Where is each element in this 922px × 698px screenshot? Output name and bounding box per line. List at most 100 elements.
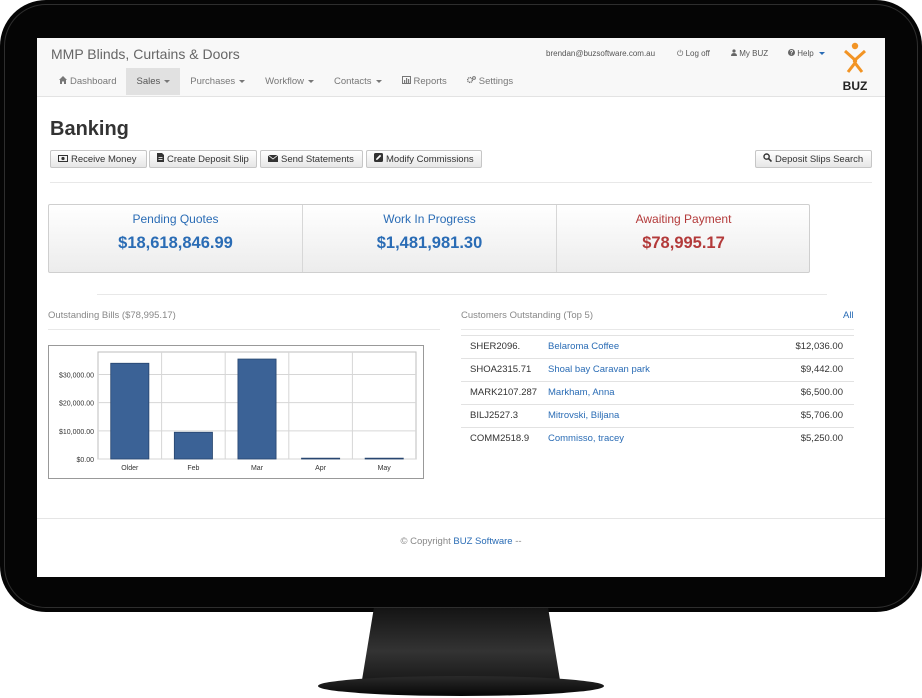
help-dropdown[interactable]: ? Help [788,49,825,58]
stat-label: Work In Progress [383,212,476,226]
mybuz-label: My BUZ [739,49,769,58]
customer-name-link[interactable]: Mitrovski, Biljana [548,410,619,421]
x-tick-label: Feb [187,465,199,472]
mybuz-link[interactable]: My BUZ [731,49,768,58]
nav-settings[interactable]: Settings [457,68,523,95]
outstanding-bills-chart: $0.00 $10,000.00 $20,000.00 $30,000.00 Older… [48,345,424,479]
copyright-text: © Copyright BUZ Software -- [37,536,885,547]
power-icon: ⏻ [677,49,684,58]
logoff-link[interactable]: ⏻ Log off [677,49,710,59]
buz-software-link[interactable]: BUZ Software [453,536,512,547]
customer-name-link[interactable]: Markham, Anna [548,387,615,398]
user-icon [731,49,739,58]
file-icon [157,151,164,169]
modify-commissions-button[interactable]: Modify Commissions [366,150,482,168]
nav-reports[interactable]: Reports [392,68,457,95]
customer-code: SHER2096. [470,341,521,352]
envelope-icon [267,151,279,169]
edit-icon [374,151,383,169]
x-tick-label: Older [121,465,139,472]
customer-code: COMM2518.9 [470,433,530,444]
chevron-down-icon [239,79,246,83]
send-statements-button[interactable]: Send Statements [260,150,363,168]
receive-money-label: Receive Money [71,154,137,165]
x-tick-label: Apr [315,465,327,472]
nav-label: Settings [478,76,514,87]
top-navbar: MMP Blinds, Curtains & Doors brendan@buz… [37,38,885,97]
summary-stats-panel: Pending Quotes $18,618,846.99 Work In Pr… [48,204,810,273]
y-tick-label: $30,000.00 [59,373,94,380]
table-row: BILJ2527.3 Mitrovski, Biljana $5,706.00 [461,404,854,427]
question-icon: ? [788,49,797,58]
nav-contacts[interactable]: Contacts [324,68,392,95]
nav-label: Sales [136,76,161,87]
stat-value: $78,995.17 [642,234,725,252]
x-tick-label: Mar [251,465,264,472]
deposit-slips-search-label: Deposit Slips Search [775,154,864,165]
customer-code: MARK2107.287 [470,387,538,398]
nav-label: Contacts [334,76,372,87]
bar [110,362,150,460]
bar [301,457,341,460]
nav-dashboard[interactable]: Dashboard [49,68,126,95]
user-email-link[interactable]: brendan@buzsoftware.com.au [546,49,655,58]
stat-pending-quotes[interactable]: Pending Quotes $18,618,846.99 [49,205,302,272]
receive-money-button[interactable]: Receive Money [50,150,147,168]
buz-logo-icon: BUZ [843,42,867,93]
monitor-stand-base [318,676,604,696]
bar-chart-icon [401,76,411,87]
deposit-slips-search-button[interactable]: Deposit Slips Search [755,150,872,168]
create-deposit-slip-button[interactable]: Create Deposit Slip [149,150,257,168]
stat-label: Pending Quotes [132,212,219,226]
chevron-down-icon [308,79,315,83]
stat-work-in-progress[interactable]: Work In Progress $1,481,981.30 [303,205,556,272]
table-row: COMM2518.9 Commisso, tracey $5,250.00 [461,427,854,450]
stat-value: $18,618,846.99 [118,234,233,252]
divider [461,329,854,330]
divider [97,294,827,295]
customer-name-link[interactable]: Belaroma Coffee [548,341,619,352]
customer-name-link[interactable]: Shoal bay Caravan park [548,364,650,375]
y-tick-label: $20,000.00 [59,401,94,408]
nav-label: Workflow [265,76,305,87]
nav-workflow[interactable]: Workflow [255,68,324,95]
y-tick-label: $0.00 [76,457,94,464]
nav-purchases[interactable]: Purchases [180,68,255,95]
customer-amount: $9,442.00 [800,364,843,375]
send-statements-label: Send Statements [281,154,354,165]
x-tick-label: May [378,465,392,472]
customers-table: SHER2096. Belaroma Coffee $12,036.00 SHOA23… [461,335,854,450]
customer-amount: $5,706.00 [800,410,843,421]
modify-commissions-label: Modify Commissions [386,154,474,165]
gears-icon [466,76,476,87]
chevron-down-icon [164,79,171,83]
stat-awaiting-payment[interactable]: Awaiting Payment $78,995.17 [557,205,810,272]
all-customers-link[interactable]: All [843,310,854,321]
logoff-label: Log off [685,49,710,58]
bar [364,457,404,460]
customer-code: BILJ2527.3 [470,410,519,421]
app-screen: MMP Blinds, Curtains & Doors brendan@buz… [37,38,885,577]
nav-label: Dashboard [70,76,117,87]
divider [48,329,440,330]
divider [50,182,872,183]
customer-amount: $5,250.00 [800,433,843,444]
create-deposit-slip-label: Create Deposit Slip [167,154,249,165]
y-tick-label: $10,000.00 [59,429,94,436]
bar [237,358,277,460]
chevron-down-icon [375,79,382,83]
customer-code: SHOA2315.71 [470,364,532,375]
money-icon [58,151,68,169]
bar [173,431,213,460]
monitor-stand-neck [362,608,560,680]
nav-sales[interactable]: Sales [126,68,181,95]
copyright-prefix: © Copyright [400,536,451,547]
chevron-down-icon [818,52,825,56]
home-icon [59,76,67,87]
customer-name-link[interactable]: Commisso, tracey [548,433,624,444]
page-title: Banking [50,118,129,140]
svg-text:?: ? [790,51,794,56]
search-icon [763,151,773,169]
bar-chart: $0.00 $10,000.00 $20,000.00 $30,000.00 Older… [59,351,417,472]
buz-logo: BUZ [837,40,873,94]
